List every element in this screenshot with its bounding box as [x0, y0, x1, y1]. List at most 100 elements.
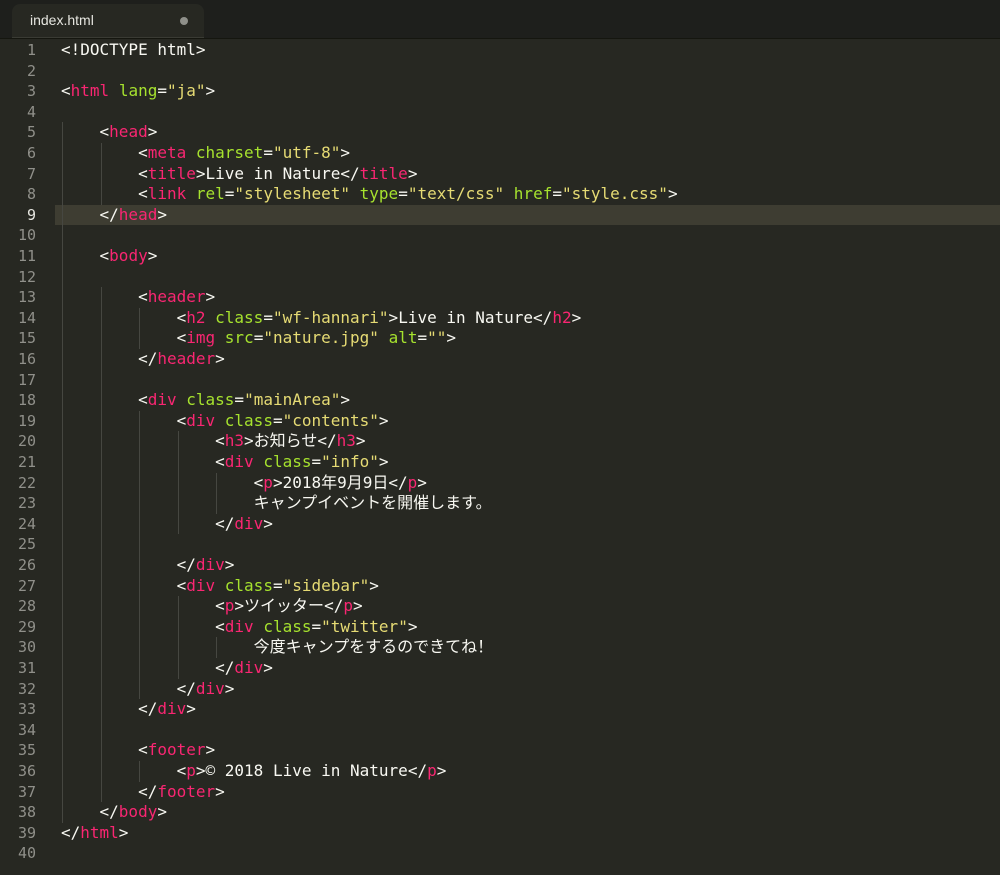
line-number: 38 [17, 803, 36, 822]
tag-name-token: meta [147, 143, 187, 162]
code-line[interactable]: 13 <header> [0, 287, 1000, 308]
line-number: 30 [17, 638, 36, 657]
tag-name-token: h2 [552, 307, 572, 327]
indent-token [61, 411, 177, 430]
code-line[interactable]: 35 <footer> [0, 740, 1000, 761]
code-line[interactable]: 16 </header> [0, 349, 1000, 370]
tab-index-html[interactable]: index.html [12, 4, 204, 38]
code-line[interactable]: 27 <div class="sidebar"> [0, 576, 1000, 597]
code-line[interactable]: 24 </div> [0, 514, 1000, 535]
tag-name-token: div [224, 452, 254, 471]
unsaved-dot-icon[interactable] [180, 17, 188, 25]
code-line[interactable]: 23 キャンプイベントを開催します。 [0, 493, 1000, 514]
code-line[interactable]: 37 </footer> [0, 782, 1000, 803]
code-line[interactable]: 32 </div> [0, 679, 1000, 700]
punctuation-token: = [272, 410, 283, 430]
punctuation-token: </ [138, 349, 158, 368]
text-token: ツイッター [244, 596, 325, 616]
code-line[interactable]: 22 <p>2018年9月9日</p> [0, 473, 1000, 494]
code-line[interactable]: 19 <div class="contents"> [0, 411, 1000, 432]
code-line[interactable]: 28 <p>ツイッター</p> [0, 596, 1000, 617]
code-line[interactable]: 31 </div> [0, 658, 1000, 679]
indent-guide [177, 596, 179, 679]
punctuation-token: </ [340, 163, 360, 183]
code-line[interactable]: 14 <h2 class="wf-hannari">Live in Nature… [0, 308, 1000, 329]
line-highlight [55, 370, 1000, 391]
code-line[interactable]: 17 [0, 370, 1000, 391]
code-line[interactable]: 5 <head> [0, 122, 1000, 143]
code-line[interactable]: 36 <p>© 2018 Live in Nature</p> [0, 761, 1000, 782]
punctuation-token [379, 328, 389, 347]
punctuation-token: > [436, 761, 447, 780]
code-line[interactable]: 34 [0, 720, 1000, 741]
tag-name-token: header [157, 349, 216, 368]
code-line[interactable]: 18 <div class="mainArea"> [0, 390, 1000, 411]
line-number: 5 [26, 123, 36, 142]
code-line[interactable]: 30 今度キャンプをするのできてね！ [0, 637, 1000, 658]
punctuation-token: > [195, 761, 206, 780]
line-number: 31 [17, 659, 36, 677]
line-number: 6 [26, 144, 36, 162]
punctuation-token: > [205, 740, 216, 760]
code-line[interactable]: 9 </head> [0, 204, 1000, 226]
code-line[interactable]: 2 [0, 61, 1000, 82]
attribute-token: class [224, 575, 273, 595]
code-line[interactable]: 20 <h3>お知らせ</h3> [0, 431, 1000, 452]
code-text: <head> [61, 122, 158, 143]
code-line[interactable]: 40 [0, 843, 1000, 864]
punctuation-token: > [355, 431, 366, 451]
line-number: 15 [17, 329, 36, 348]
punctuation-token [109, 81, 119, 100]
line-highlight [55, 534, 1000, 555]
code-text: <header> [61, 287, 215, 308]
line-number: 25 [17, 535, 36, 554]
code-line[interactable]: 10 [0, 225, 1000, 246]
code-line[interactable]: 21 <div class="info"> [0, 452, 1000, 473]
attribute-token: charset [195, 143, 264, 162]
code-line[interactable]: 8 <link rel="stylesheet" type="text/css"… [0, 184, 1000, 205]
code-text: <div class="twitter"> [61, 617, 417, 638]
punctuation-token: = [263, 307, 273, 327]
code-line[interactable]: 6 <meta charset="utf-8"> [0, 143, 1000, 164]
punctuation-token [350, 184, 360, 203]
punctuation-token: > [215, 349, 225, 368]
tag-name-token: html [70, 81, 110, 101]
code-line[interactable]: 15 <img src="nature.jpg" alt=""> [0, 328, 1000, 349]
line-number: 16 [17, 350, 36, 368]
punctuation-token: < [61, 81, 71, 101]
attribute-token: type [359, 184, 399, 204]
code-line[interactable]: 7 <title>Live in Nature</title> [0, 164, 1000, 185]
punctuation-token: > [388, 307, 399, 327]
code-line[interactable]: 12 [0, 267, 1000, 288]
code-line[interactable]: 4 [0, 102, 1000, 123]
code-text: 今度キャンプをするのできてね！ [61, 637, 494, 658]
tag-name-token: p [263, 472, 273, 492]
code-line[interactable]: 3 <html lang="ja"> [0, 81, 1000, 102]
punctuation-token: > [215, 781, 225, 801]
code-text: <title>Live in Nature</title> [61, 164, 417, 185]
tag-name-token: div [157, 699, 187, 719]
code-line[interactable]: 38 </body> [0, 802, 1000, 823]
code-line[interactable]: 25 [0, 534, 1000, 555]
line-number: 7 [26, 164, 36, 183]
line-number: 37 [17, 782, 36, 801]
indent-guide [177, 431, 179, 535]
line-number: 20 [17, 432, 36, 451]
code-line[interactable]: 29 <div class="twitter"> [0, 617, 1000, 638]
code-line[interactable]: 26 </div> [0, 555, 1000, 576]
code-editor[interactable]: 1 <!DOCTYPE html> 2 3 <html lang="ja"> 4 5 <he… [0, 40, 1000, 875]
tag-name-token: img [186, 328, 216, 348]
code-line[interactable]: 11 <body> [0, 246, 1000, 267]
code-line[interactable]: 1 <!DOCTYPE html> [0, 40, 1000, 61]
code-line[interactable]: 39 </html> [0, 823, 1000, 844]
tag-name-token: div [195, 678, 225, 698]
punctuation-token: > [195, 163, 206, 183]
punctuation-token: < [176, 575, 187, 595]
line-number: 27 [17, 576, 36, 595]
punctuation-token: </ [407, 761, 428, 780]
punctuation-token: </ [99, 204, 119, 224]
line-number: 32 [17, 679, 36, 698]
line-number: 17 [17, 370, 36, 389]
code-line[interactable]: 33 </div> [0, 699, 1000, 720]
punctuation-token: > [340, 143, 351, 162]
